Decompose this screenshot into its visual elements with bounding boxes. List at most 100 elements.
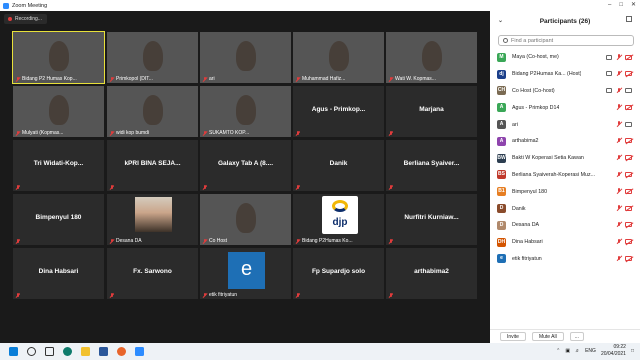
participant-name: ari xyxy=(512,121,518,128)
task-view-icon[interactable] xyxy=(45,347,54,356)
invite-button[interactable]: Invite xyxy=(500,332,526,341)
participant-tile-caption: widi kop bumdi xyxy=(109,130,149,136)
mute-all-button[interactable]: Mute All xyxy=(531,332,564,341)
participant-video-figure xyxy=(236,203,256,233)
network-icon[interactable]: ▣ xyxy=(565,348,570,354)
mic-muted-icon xyxy=(295,293,300,298)
participant-tile[interactable]: djp Bidang P2Humas Ko... xyxy=(293,194,384,245)
participant-tile-caption xyxy=(15,293,20,298)
participant-tile[interactable]: Berliana Syaiver... xyxy=(386,140,477,191)
word-icon[interactable] xyxy=(99,347,108,356)
participant-caption-text: Wati W. Kopmas... xyxy=(395,76,436,82)
participant-tile[interactable]: Galaxy Tab A (8.... xyxy=(200,140,291,191)
maximize-icon[interactable]: □ xyxy=(619,0,623,11)
participant-tile[interactable]: Bimpenyul 180 xyxy=(13,194,104,245)
participant-tile[interactable]: Nurfitri Kurniaw... xyxy=(386,194,477,245)
djp-logo-text: djp xyxy=(332,217,348,228)
participant-tile-name: Fx. Sarwono xyxy=(133,268,172,275)
search-icon[interactable] xyxy=(27,347,36,356)
participant-tile[interactable]: Tri Widati-Kop... xyxy=(13,140,104,191)
participant-tile[interactable]: Fp Supardjo solo xyxy=(293,248,384,299)
notifications-icon[interactable]: □ xyxy=(631,348,634,354)
video-off-icon xyxy=(625,138,632,144)
participant-video-figure xyxy=(329,41,349,71)
participant-tile[interactable]: Primkopol (DIT... xyxy=(107,32,198,83)
participant-row[interactable]: Aari xyxy=(490,116,640,133)
edge-browser-icon[interactable] xyxy=(63,347,72,356)
participant-tile[interactable]: Danik xyxy=(293,140,384,191)
record-dot-icon xyxy=(8,17,12,21)
zoom-taskbar-icon[interactable] xyxy=(135,347,144,356)
participant-tile[interactable]: arthabima2 xyxy=(386,248,477,299)
participant-tile[interactable]: ari xyxy=(200,32,291,83)
participant-tile[interactable]: Marjana xyxy=(386,86,477,137)
close-icon[interactable]: ✕ xyxy=(631,0,636,11)
participant-tile-caption xyxy=(15,239,20,244)
participant-tile-caption: SUKAMTO KOP... xyxy=(202,130,249,136)
tray-chevron-icon[interactable]: ⌃ xyxy=(556,348,560,354)
participants-header: ⌄ Participants (26) xyxy=(490,11,640,31)
participant-tile[interactable]: Co Host xyxy=(200,194,291,245)
participant-tile[interactable]: Wati W. Kopmas... xyxy=(386,32,477,83)
participant-row[interactable]: BS Berliana Syaiverah-Koperasi Muz... xyxy=(490,167,640,184)
participant-tile[interactable]: Fx. Sarwono xyxy=(107,248,198,299)
windows-taskbar: ⌃ ▣ ♬ ENG 09:22 20/04/2021 □ xyxy=(0,343,640,360)
participant-row[interactable]: Aarthabima2 xyxy=(490,133,640,150)
participant-name: Bidang P2Humas Ka... (Host) xyxy=(512,71,582,78)
participant-row[interactable]: A Agus - Primkop D14 xyxy=(490,99,640,116)
more-button[interactable]: ... xyxy=(569,332,584,341)
participant-status-icons xyxy=(606,54,632,60)
chevron-down-icon[interactable]: ⌄ xyxy=(498,17,503,24)
participant-row[interactable]: DH Dina Habsari xyxy=(490,234,640,251)
minimize-icon[interactable]: – xyxy=(608,0,611,11)
mic-muted-icon xyxy=(202,238,207,244)
participant-name: Berliana Syaiverah-Koperasi Muz... xyxy=(512,171,596,178)
mic-muted-icon xyxy=(202,292,207,298)
participant-caption-text: Primkopol (DIT... xyxy=(116,76,153,82)
participant-tile[interactable]: SUKAMTO KOP... xyxy=(200,86,291,137)
participant-tile[interactable]: widi kop bumdi xyxy=(107,86,198,137)
window-titlebar: Zoom Meeting – □ ✕ xyxy=(0,0,640,11)
participant-tile[interactable]: Agus - Primkop... xyxy=(293,86,384,137)
volume-icon[interactable]: ♬ xyxy=(575,348,580,354)
participant-tile[interactable]: Mulyati (Kopmas... xyxy=(13,86,104,137)
participant-row[interactable]: D Danik xyxy=(490,200,640,217)
participant-row[interactable]: M Maya (Co-host, me) xyxy=(490,49,640,66)
participant-tile[interactable]: Desana DA xyxy=(107,194,198,245)
participant-row[interactable]: D Desana DA xyxy=(490,217,640,234)
language-indicator[interactable]: ENG xyxy=(585,348,596,354)
video-off-icon xyxy=(625,239,632,245)
windows-start-icon[interactable] xyxy=(9,347,18,356)
participant-row[interactable]: CH Co Host (Co-host) xyxy=(490,83,640,100)
firefox-icon[interactable] xyxy=(117,347,126,356)
participant-row[interactable]: dj Bidang P2Humas Ka... (Host) xyxy=(490,66,640,83)
participant-search-input[interactable]: Find a participant xyxy=(498,35,634,46)
participant-status-icons xyxy=(616,221,632,228)
participant-status-icons xyxy=(616,104,632,110)
participant-tile-caption: Wati W. Kopmas... xyxy=(388,76,436,82)
participant-tile-name: Marjana xyxy=(419,106,444,113)
popout-icon[interactable] xyxy=(626,16,632,22)
recording-indicator[interactable]: Recording... xyxy=(4,14,47,24)
mic-muted-icon xyxy=(295,131,300,136)
mic-muted-icon xyxy=(388,239,393,244)
participant-tile-caption xyxy=(109,293,114,298)
participant-row[interactable]: e etik fitriyatun xyxy=(490,251,640,268)
mic-muted-icon xyxy=(109,130,114,136)
participant-row[interactable]: B1 Bimpenyul 180 xyxy=(490,183,640,200)
video-off-icon xyxy=(625,188,632,194)
participant-tile[interactable]: Muhammad Hafiz... xyxy=(293,32,384,83)
participant-status-icons xyxy=(616,255,632,262)
participant-caption-text: Muhammad Hafiz... xyxy=(302,76,346,82)
participant-tile-caption: Bidang P2 Humas Kop... xyxy=(15,76,77,82)
mic-muted-icon xyxy=(295,238,300,244)
participant-tile[interactable]: Bidang P2 Humas Kop... xyxy=(12,31,105,84)
participant-tile[interactable]: e etik fitriyatun xyxy=(200,248,291,299)
participant-caption-text: etik fitriyatun xyxy=(209,292,238,298)
file-explorer-icon[interactable] xyxy=(81,347,90,356)
participant-row[interactable]: BW Bakti W Koperasi Setia Kawan xyxy=(490,150,640,167)
clock[interactable]: 09:22 20/04/2021 xyxy=(601,344,626,357)
participant-caption-text: Bidang P2Humas Ko... xyxy=(302,238,353,244)
participant-tile[interactable]: Dina Habsari xyxy=(13,248,104,299)
participant-tile[interactable]: kPRI BINA SEJA... xyxy=(107,140,198,191)
